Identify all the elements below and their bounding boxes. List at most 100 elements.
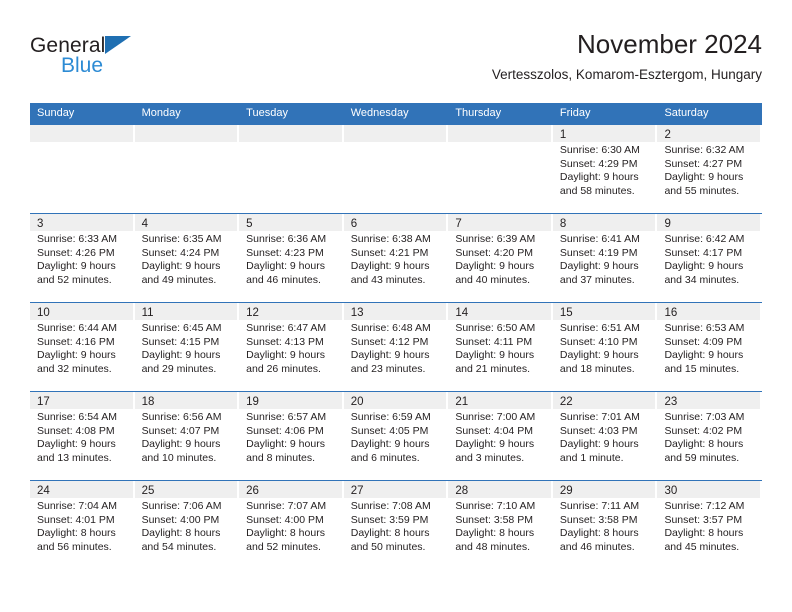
daylight-text: and 37 minutes. <box>559 273 635 286</box>
day-number-band: 1 <box>552 125 656 142</box>
sunrise-text: Sunrise: 6:35 AM <box>141 233 222 245</box>
day-number: 30 <box>664 485 678 497</box>
day-number: 14 <box>455 307 469 319</box>
day-cell[interactable]: 19 Sunrise: 6:57 AM Sunset: 4:06 PM Dayligh… <box>239 392 344 480</box>
day-cell[interactable]: 11 Sunrise: 6:45 AM Sunset: 4:15 PM Dayligh… <box>134 303 240 391</box>
day-cell[interactable]: 20 Sunrise: 6:59 AM Sunset: 4:05 PM Dayligh… <box>343 392 449 480</box>
sunset-text: Sunset: 4:10 PM <box>559 335 638 348</box>
day-number-band: 27 <box>343 481 447 498</box>
day-number: 23 <box>664 396 678 408</box>
day-cell[interactable]: 1 Sunrise: 6:30 AM Sunset: 4:29 PM Daylight… <box>552 125 658 213</box>
day-sun-info: Sunrise: 6:50 AM Sunset: 4:11 PM Daylight:… <box>448 320 553 376</box>
day-number: 29 <box>559 485 573 497</box>
day-cell[interactable]: 24 Sunrise: 7:04 AM Sunset: 4:01 PM Dayligh… <box>30 481 135 569</box>
day-cell[interactable]: 17 Sunrise: 6:54 AM Sunset: 4:08 PM Dayligh… <box>30 392 135 480</box>
day-cell-empty <box>343 125 449 213</box>
sunset-text: Sunset: 3:58 PM <box>559 513 638 526</box>
day-number-band: 29 <box>552 481 656 498</box>
day-cell[interactable]: 22 Sunrise: 7:01 AM Sunset: 4:03 PM Dayligh… <box>552 392 658 480</box>
day-number-band: 28 <box>448 481 551 498</box>
day-cell[interactable]: 12 Sunrise: 6:47 AM Sunset: 4:13 PM Dayligh… <box>239 303 344 391</box>
day-cell[interactable]: 6 Sunrise: 6:38 AM Sunset: 4:21 PM Daylight… <box>343 214 449 302</box>
day-number-band: 25 <box>134 481 238 498</box>
day-number-band: 14 <box>448 303 551 320</box>
day-number: 20 <box>350 396 364 408</box>
day-cell[interactable]: 26 Sunrise: 7:07 AM Sunset: 4:00 PM Dayligh… <box>239 481 344 569</box>
daylight-text: Daylight: 9 hours <box>559 438 639 451</box>
day-number-band: 24 <box>30 481 133 498</box>
day-sun-info: Sunrise: 6:41 AM Sunset: 4:19 PM Daylight:… <box>553 231 658 287</box>
day-cell[interactable]: 28 Sunrise: 7:10 AM Sunset: 3:58 PM Dayligh… <box>448 481 553 569</box>
sunset-text: Sunset: 4:17 PM <box>664 246 743 259</box>
day-number: 15 <box>559 307 573 319</box>
sunset-text: Sunset: 4:19 PM <box>559 246 638 259</box>
day-number-band: 6 <box>343 214 447 231</box>
day-cell[interactable]: 2 Sunrise: 6:32 AM Sunset: 4:27 PM Daylight… <box>657 125 763 213</box>
daylight-text: and 55 minutes. <box>664 184 740 197</box>
day-number-band: 17 <box>30 392 133 409</box>
day-cell[interactable]: 29 Sunrise: 7:11 AM Sunset: 3:58 PM Dayligh… <box>552 481 658 569</box>
day-cell[interactable]: 23 Sunrise: 7:03 AM Sunset: 4:02 PM Dayligh… <box>657 392 763 480</box>
day-cell[interactable]: 13 Sunrise: 6:48 AM Sunset: 4:12 PM Dayligh… <box>343 303 449 391</box>
day-number: 4 <box>141 218 148 230</box>
sunrise-text: Sunrise: 6:44 AM <box>37 322 117 334</box>
day-cell[interactable]: 4 Sunrise: 6:35 AM Sunset: 4:24 PM Daylight… <box>134 214 240 302</box>
day-number-band: 19 <box>239 392 342 409</box>
sunset-text: Sunset: 4:03 PM <box>559 424 638 437</box>
day-cell[interactable]: 14 Sunrise: 6:50 AM Sunset: 4:11 PM Dayligh… <box>448 303 553 391</box>
daylight-text: and 26 minutes. <box>246 362 321 375</box>
day-cell[interactable]: 27 Sunrise: 7:08 AM Sunset: 3:59 PM Dayligh… <box>343 481 449 569</box>
day-cell[interactable]: 30 Sunrise: 7:12 AM Sunset: 3:57 PM Dayligh… <box>657 481 763 569</box>
day-sun-info: Sunrise: 7:00 AM Sunset: 4:04 PM Daylight:… <box>448 409 553 465</box>
day-sun-info: Sunrise: 7:10 AM Sunset: 3:58 PM Daylight:… <box>448 498 553 554</box>
weekday-header-friday: Friday <box>559 107 591 119</box>
day-cell[interactable]: 9 Sunrise: 6:42 AM Sunset: 4:17 PM Daylight… <box>657 214 763 302</box>
sunset-text: Sunset: 4:00 PM <box>246 513 324 526</box>
page-title: November 2024 <box>577 29 762 59</box>
day-cell[interactable]: 7 Sunrise: 6:39 AM Sunset: 4:20 PM Daylight… <box>448 214 553 302</box>
day-cell[interactable]: 8 Sunrise: 6:41 AM Sunset: 4:19 PM Daylight… <box>552 214 658 302</box>
calendar-week-row: 24 Sunrise: 7:04 AM Sunset: 4:01 PM Dayligh… <box>30 480 763 569</box>
daylight-text: and 1 minute. <box>559 451 624 464</box>
weekday-header-thursday: Thursday <box>455 107 502 119</box>
daylight-text: Daylight: 8 hours <box>664 438 744 451</box>
day-cell[interactable]: 21 Sunrise: 7:00 AM Sunset: 4:04 PM Dayligh… <box>448 392 553 480</box>
day-sun-info: Sunrise: 6:54 AM Sunset: 4:08 PM Daylight:… <box>30 409 135 465</box>
day-cell[interactable]: 25 Sunrise: 7:06 AM Sunset: 4:00 PM Dayligh… <box>134 481 240 569</box>
daylight-text: Daylight: 8 hours <box>455 527 535 540</box>
daylight-text: and 21 minutes. <box>455 362 531 375</box>
day-number-band: 21 <box>448 392 551 409</box>
day-number-band: 9 <box>657 214 761 231</box>
daylight-text: and 49 minutes. <box>141 273 217 286</box>
sunset-text: Sunset: 3:58 PM <box>455 513 533 526</box>
daylight-text: Daylight: 9 hours <box>664 260 744 273</box>
weekday-header-tuesday: Tuesday <box>246 107 288 119</box>
day-number: 6 <box>350 218 358 230</box>
day-cell[interactable]: 18 Sunrise: 6:56 AM Sunset: 4:07 PM Dayligh… <box>134 392 240 480</box>
day-cell[interactable]: 10 Sunrise: 6:44 AM Sunset: 4:16 PM Dayligh… <box>30 303 135 391</box>
daylight-text: Daylight: 9 hours <box>559 260 639 273</box>
day-sun-info: Sunrise: 6:48 AM Sunset: 4:12 PM Daylight:… <box>344 320 449 376</box>
day-number-band: 8 <box>552 214 656 231</box>
sunset-text: Sunset: 4:21 PM <box>350 246 429 259</box>
daylight-text: and 13 minutes. <box>37 451 112 464</box>
day-number: 11 <box>141 307 154 319</box>
day-cell[interactable]: 3 Sunrise: 6:33 AM Sunset: 4:26 PM Daylight… <box>30 214 135 302</box>
title-block: November 2024 Vertesszolos, Komarom-Eszt… <box>492 28 762 83</box>
daylight-text: Daylight: 8 hours <box>37 527 116 540</box>
day-cell[interactable]: 15 Sunrise: 6:51 AM Sunset: 4:10 PM Dayligh… <box>552 303 658 391</box>
daylight-text: and 29 minutes. <box>141 362 217 375</box>
day-number: 28 <box>455 485 469 497</box>
day-number-band: 3 <box>30 214 133 231</box>
sunset-text: Sunset: 4:29 PM <box>559 157 638 170</box>
day-sun-info: Sunrise: 6:59 AM Sunset: 4:05 PM Daylight:… <box>344 409 449 465</box>
day-cell[interactable]: 16 Sunrise: 6:53 AM Sunset: 4:09 PM Dayligh… <box>657 303 763 391</box>
daylight-text: Daylight: 9 hours <box>246 349 325 362</box>
day-cell[interactable]: 5 Sunrise: 6:36 AM Sunset: 4:23 PM Daylight… <box>239 214 344 302</box>
daylight-text: and 32 minutes. <box>37 362 112 375</box>
day-number-band: 16 <box>657 303 761 320</box>
daylight-text: Daylight: 9 hours <box>455 349 535 362</box>
day-sun-info: Sunrise: 6:36 AM Sunset: 4:23 PM Daylight:… <box>239 231 344 287</box>
general-blue-logo[interactable]: General Blue <box>30 34 180 86</box>
sunrise-text: Sunrise: 6:50 AM <box>455 322 536 334</box>
